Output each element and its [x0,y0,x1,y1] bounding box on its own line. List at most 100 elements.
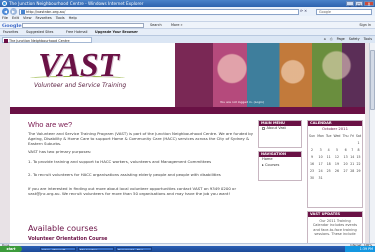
calendar-day[interactable]: 16 [308,160,316,167]
calendar-day[interactable]: 11 [325,153,332,160]
calendar-week: 2345678 [308,146,362,153]
minimize-button[interactable]: _ [346,0,354,6]
purposes-intro: VAST has two primary purposes: [28,148,92,154]
calendar-day[interactable]: 22 [355,160,362,167]
safety-menu[interactable]: Safety [349,37,360,42]
close-button[interactable]: X [364,0,374,6]
calendar-day[interactable]: 27 [342,167,350,174]
taskbar-items: Inbox - Microsoft... The Junction... Doc… [40,246,152,252]
tab-row: The Junction Neighbourhood Centre ⌂ ⎙ Pa… [0,34,375,43]
search-input[interactable]: Google [316,8,372,15]
calendar-day[interactable]: 1 [355,139,362,146]
system-clock: 1:39 PM [345,246,375,252]
calendar-week: 23 24 25 26 27 28 29 [308,167,362,174]
updates-text: Our 2011 Training Calendar includes even… [312,218,358,237]
calendar-grid: Sun Mon Tue Wed Thu Fri Sat 1 2 3 4 5 6 7 8 9 10 11 12 13 1… [308,132,362,181]
calendar-week: 30 31 [308,174,362,181]
navigation-block: NAVIGATION Home ▸ Courses [258,150,302,181]
contact-paragraph: If you are interested in finding out mor… [28,185,237,196]
back-arrow-icon[interactable]: ◀ [2,8,9,15]
vast-logo-subtitle: Volunteer and Service Training [34,81,127,89]
taskbar-item[interactable]: The Junction... [78,246,114,252]
calendar-day[interactable]: 30 [308,174,316,181]
site-nav-strip [10,106,365,114]
ie-logo-icon [2,1,7,6]
site-container: VAST Volunteer and Service Training You … [10,42,365,243]
who-heading: Who are we? [28,119,73,129]
window-controls: _ □ X [346,0,374,6]
google-toolbar: Google Search More » Sign In [0,21,375,29]
calendar-day[interactable]: 13 [342,153,350,160]
calendar-day [325,139,332,146]
calendar-day [325,174,332,181]
calendar-day [355,174,362,181]
calendar-day[interactable]: 4 [325,146,332,153]
page-viewport: VAST Volunteer and Service Training You … [0,42,375,243]
calendar-day-header: Sat [355,133,362,138]
refresh-stop-icons[interactable]: ⟳ ✕ [300,9,307,13]
calendar-day [332,174,341,181]
site-banner: VAST Volunteer and Service Training You … [10,42,365,107]
google-search-input[interactable] [22,23,144,28]
calendar-day-header: Mon [317,133,324,138]
forward-arrow-icon[interactable]: ▶ [10,8,17,15]
address-url: http://vastnbn.org.au/ [26,9,66,14]
calendar-block: CALENDAR October 2011 Sun Mon Tue Wed Thu Fri… [307,119,363,208]
calendar-day[interactable]: 26 [332,167,341,174]
calendar-day[interactable]: 25 [325,167,332,174]
menu-item-about[interactable]: About Vast [259,126,301,132]
calendar-day [332,139,341,146]
calendar-day[interactable]: 24 [316,167,325,174]
purpose-1: 1. To provide training and support to HA… [28,158,212,164]
calendar-day[interactable]: 3 [316,146,325,153]
calendar-day[interactable]: 12 [332,153,341,160]
scrollbar-thumb[interactable] [369,50,375,110]
calendar-week: 9 10 11 12 13 14 15 [308,153,362,160]
home-icon[interactable]: ⌂ [324,37,326,42]
banner-photo-collage [175,42,365,107]
calendar-day[interactable]: 18 [325,160,332,167]
calendar-day[interactable]: 10 [316,153,325,160]
command-bar: ⌂ ⎙ Page Safety Tools [324,37,372,42]
calendar-day-header: Sun [309,133,316,138]
calendar-day[interactable]: 8 [355,146,362,153]
calendar-day [316,139,325,146]
page-menu[interactable]: Page [337,37,345,42]
tools-menu[interactable]: Tools [364,37,372,42]
updates-block: VAST UPDATES Our 2011 Training Calendar … [307,210,363,243]
calendar-day-header: Wed [333,133,341,138]
calendar-day[interactable]: 20 [342,160,350,167]
address-bar[interactable]: http://vastnbn.org.au/ [19,8,299,15]
window-title-bar: The Junction Neighbourhood Centre - Wind… [0,0,375,7]
maximize-button[interactable]: □ [355,0,363,6]
calendar-day[interactable]: 29 [355,167,362,174]
calendar-day-header: Tue [325,133,332,138]
calendar-day[interactable]: 6 [342,146,350,153]
main-menu-block: MAIN MENU About Vast [258,119,302,148]
page-icon [21,10,25,15]
calendar-week: 16 17 18 19 20 21 22 [308,160,362,167]
login-status[interactable]: You are not logged in. (Login) [220,100,264,104]
calendar-day[interactable]: 9 [308,153,316,160]
start-button[interactable]: start [0,246,22,252]
address-row: ◀ ▶ http://vastnbn.org.au/ ⟳ ✕ Google [0,7,375,16]
calendar-day[interactable]: 17 [316,160,325,167]
print-icon[interactable]: ⎙ [330,37,333,42]
calendar-day [308,139,316,146]
page-icon [262,126,265,130]
calendar-day-header: Thu [342,133,349,138]
calendar-day[interactable]: 31 [316,174,325,181]
calendar-day[interactable]: 23 [308,167,316,174]
vast-logo[interactable]: VAST [38,47,119,85]
taskbar-item[interactable]: Document1 - Micr... [116,246,152,252]
calendar-day[interactable]: 19 [332,160,341,167]
available-courses-heading: Available courses [28,223,98,233]
calendar-day[interactable]: 2 [308,146,316,153]
calendar-day[interactable]: 5 [332,146,341,153]
volunteer-course-heading[interactable]: Volunteer Orientation Course [28,237,107,242]
nav-item-courses[interactable]: ▸ Courses [259,163,301,169]
calendar-day[interactable]: 15 [355,153,362,160]
purpose-2: 2. To recruit volunteers for HACC organi… [28,171,221,177]
taskbar-item[interactable]: Inbox - Microsoft... [40,246,76,252]
window-title: The Junction Neighbourhood Centre - Wind… [9,1,144,6]
